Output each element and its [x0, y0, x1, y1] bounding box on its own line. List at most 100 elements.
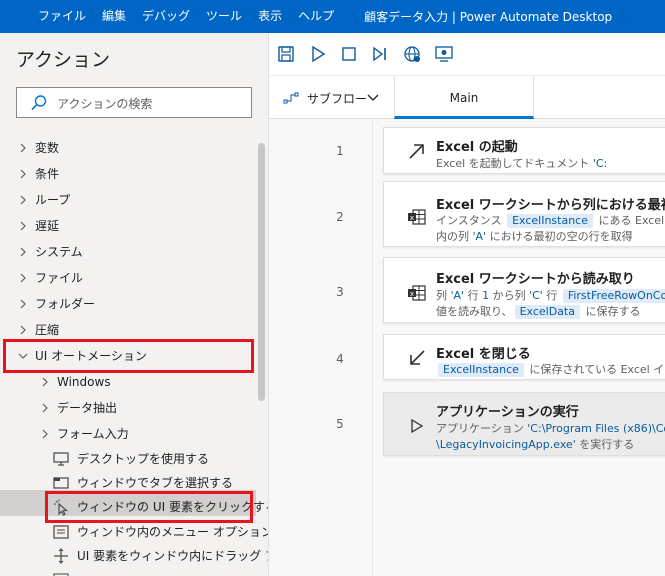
- chevron-right-icon: [20, 169, 26, 179]
- action-label: UI 要素をウィンドウ内にドラッグ ア...: [77, 549, 268, 563]
- step-description: アプリケーション 'C:\Program Files (x86)\Contos: [436, 420, 665, 436]
- menu-file[interactable]: ファイル: [30, 0, 94, 33]
- group-label: 変数: [35, 141, 60, 155]
- action-label: デスクトップを使用する: [77, 452, 210, 466]
- variable-chip: ExcelData: [514, 305, 580, 319]
- flow-toolbar: [269, 33, 665, 75]
- menu-debug[interactable]: デバッグ: [134, 0, 198, 33]
- step-card-first-free-row[interactable]: x Excel ワークシートから列における最初の空 インスタンス ExcelIn…: [383, 181, 665, 247]
- menu-tools[interactable]: ツール: [198, 0, 250, 33]
- tab-main[interactable]: Main: [394, 76, 534, 119]
- step-description: Excel を起動してドキュメント 'C:: [436, 155, 607, 171]
- desktop-recorder-icon[interactable]: [434, 44, 454, 64]
- menu-view[interactable]: 表示: [250, 0, 290, 33]
- string-literal: 'C:: [592, 157, 608, 170]
- group-label: システム: [35, 245, 83, 259]
- subflow-label: サブフロー: [307, 92, 368, 106]
- launch-arrow-icon: [409, 144, 424, 159]
- chevron-right-icon: [20, 325, 26, 335]
- step-description: 値を読み取り、 ExcelData に保存する: [436, 303, 640, 319]
- group-label: フォルダー: [35, 297, 96, 311]
- search-placeholder: アクションの検索: [57, 97, 153, 111]
- step-number: 2: [336, 210, 344, 224]
- step-description: 列 'A' 行 1 から列 'C' 行 FirstFreeRowOnCol: [436, 287, 665, 303]
- chevron-right-icon: [20, 273, 26, 283]
- chevron-right-icon: [42, 377, 48, 387]
- actions-pane: アクション アクションの検索 変数 条件 ループ 遅延 システム ファイル フォ…: [0, 33, 268, 576]
- menu-option-icon: [53, 525, 69, 539]
- chevron-right-icon: [20, 299, 26, 309]
- step-number: 3: [336, 285, 344, 299]
- description-text: 値を読み取り、: [436, 305, 513, 318]
- group-label: 遅延: [35, 219, 60, 233]
- step-card-close-excel[interactable]: Excel を閉じる ExcelInstance に保存されている Excel …: [383, 334, 665, 380]
- chevron-down-icon: [367, 94, 379, 101]
- step-card-read-worksheet[interactable]: x Excel ワークシートから読み取り 列 'A' 行 1 から列 'C' 行…: [383, 257, 665, 323]
- string-literal: \LegacyInvoicingApp.exe': [436, 438, 576, 451]
- drag-icon: [54, 548, 68, 564]
- string-literal: 'A': [450, 289, 465, 302]
- stop-icon[interactable]: [339, 44, 359, 64]
- string-literal: 'C': [529, 289, 543, 302]
- description-text: 内の列: [436, 230, 473, 243]
- run-icon[interactable]: [308, 44, 328, 64]
- web-recorder-icon[interactable]: [402, 44, 422, 64]
- chevron-right-icon: [20, 247, 26, 257]
- description-text: における最初の空の行を取得: [486, 230, 633, 243]
- step-title: アプリケーションの実行: [436, 405, 579, 420]
- step-number: 1: [336, 144, 344, 158]
- description-text: Excel を起動してドキュメント: [436, 157, 593, 170]
- excel-sheet-icon: x: [408, 209, 426, 225]
- variable-chip: ExcelInstance: [438, 363, 524, 377]
- step-number: 4: [336, 352, 344, 366]
- step-description: 内の列 'A' における最初の空の行を取得: [436, 228, 633, 244]
- tree-icon: [53, 573, 69, 576]
- chevron-right-icon: [20, 195, 26, 205]
- subflow-tabs: サブフロー Main: [269, 75, 665, 119]
- highlight-box-action: [45, 491, 253, 523]
- group-label: ファイル: [35, 271, 84, 285]
- description-text: 列: [436, 289, 451, 302]
- description-text: アプリケーション: [436, 422, 528, 435]
- title-bar: ファイル 編集 デバッグ ツール 表示 ヘルプ 顧客データ入力 | Power …: [0, 0, 665, 33]
- variable-chip: FirstFreeRowOnCol: [562, 289, 665, 303]
- step-title: Excel を閉じる: [436, 347, 531, 362]
- group-label: ループ: [35, 193, 71, 207]
- action-search-input[interactable]: アクションの検索: [16, 87, 252, 118]
- step-card-run-application[interactable]: アプリケーションの実行 アプリケーション 'C:\Program Files (…: [383, 392, 665, 456]
- subgroup-label: フォーム入力: [57, 427, 129, 441]
- play-outline-icon: [411, 418, 424, 434]
- description-text: を実行する: [575, 438, 635, 451]
- svg-text:x: x: [410, 290, 414, 298]
- string-literal: 'A': [472, 230, 487, 243]
- step-icon[interactable]: [370, 44, 390, 64]
- step-number: 5: [336, 417, 344, 431]
- gutter-divider: [372, 119, 373, 576]
- subflow-icon: [283, 92, 299, 104]
- excel-sheet-icon: x: [408, 285, 426, 301]
- actions-pane-title: アクション: [16, 49, 111, 71]
- step-title: Excel ワークシートから列における最初の空: [436, 198, 665, 213]
- desktop-icon: [53, 452, 69, 466]
- step-title: Excel の起動: [436, 140, 518, 155]
- chevron-right-icon: [42, 429, 48, 439]
- group-label: 条件: [35, 167, 60, 181]
- chevron-right-icon: [20, 143, 26, 153]
- save-icon[interactable]: [276, 44, 296, 64]
- description-text: 行: [542, 289, 561, 302]
- description-text: インスタンス: [436, 214, 506, 227]
- menu-help[interactable]: ヘルプ: [290, 0, 342, 33]
- description-text: にある Excel ドキュ: [598, 214, 665, 227]
- menu-edit[interactable]: 編集: [94, 0, 134, 33]
- window-title: 顧客データ入力 | Power Automate Desktop: [364, 10, 613, 24]
- variable-chip: ExcelInstance: [507, 214, 593, 228]
- highlight-box-group: [3, 339, 254, 373]
- action-label: ウィンドウ内のメニュー オプションを...: [77, 525, 268, 539]
- actions-scrollbar[interactable]: [258, 143, 265, 401]
- step-card-launch-excel[interactable]: Excel の起動 Excel を起動してドキュメント 'C:: [383, 127, 665, 174]
- subgroup-label: データ抽出: [57, 401, 118, 415]
- close-arrow-icon: [410, 350, 425, 365]
- window-tab-icon: [53, 477, 69, 489]
- subgroup-label: Windows: [57, 375, 111, 389]
- svg-text:x: x: [410, 214, 414, 222]
